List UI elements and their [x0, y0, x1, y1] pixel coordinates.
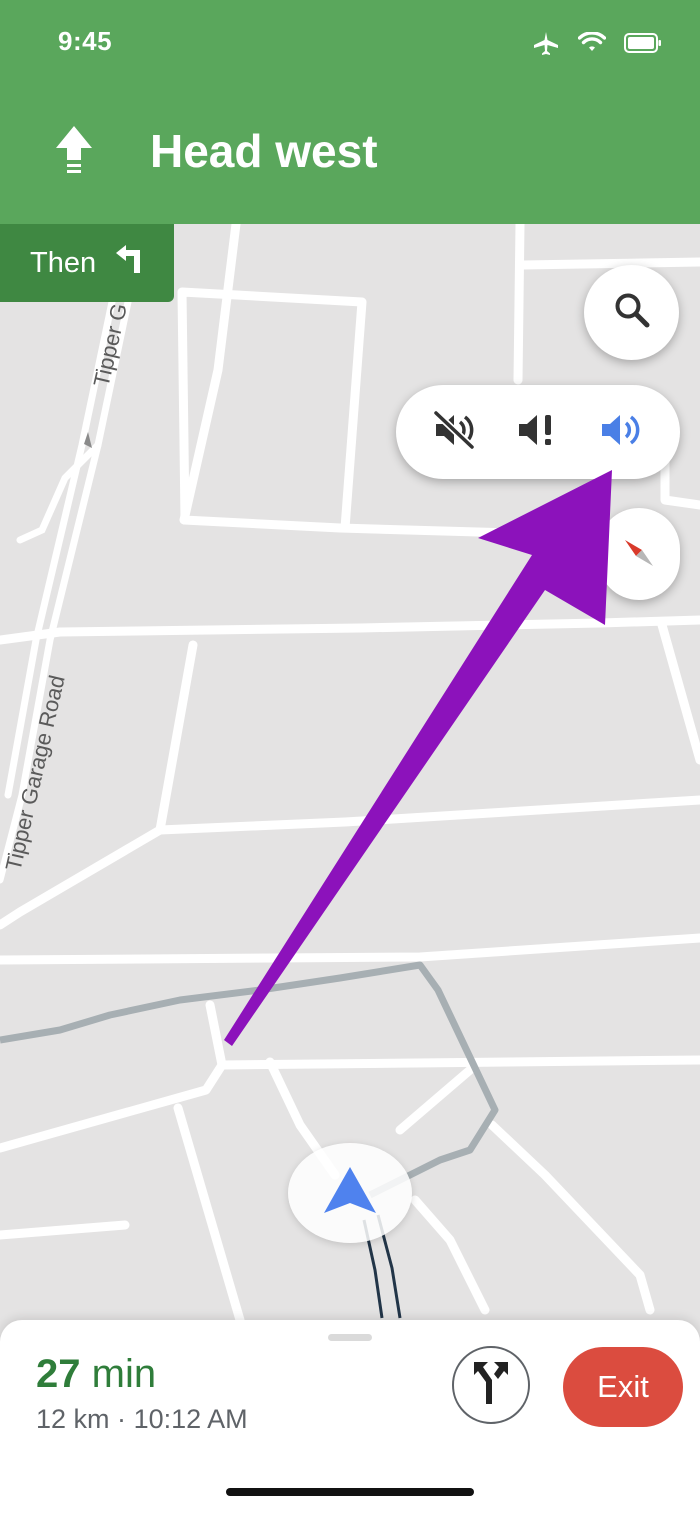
trip-details: 12 km · 10:12 AM — [36, 1404, 248, 1435]
eta-value: 27 — [36, 1352, 81, 1396]
eta: 27 min — [36, 1352, 156, 1397]
arrival-time: 10:12 AM — [133, 1404, 248, 1434]
home-indicator[interactable] — [226, 1488, 474, 1496]
route-fork-icon — [468, 1358, 514, 1413]
trip-summary-sheet[interactable]: 27 min 12 km · 10:12 AM Exit — [0, 1320, 700, 1513]
trip-separator: · — [117, 1404, 127, 1434]
navigation-screen: Tipper Garage Road Tipper G 9:45 Head we… — [0, 0, 700, 1513]
trip-distance: 12 km — [36, 1404, 110, 1434]
eta-unit: min — [91, 1352, 157, 1396]
sheet-handle[interactable] — [328, 1334, 372, 1341]
annotation-arrow — [224, 470, 612, 1046]
exit-button[interactable]: Exit — [563, 1347, 683, 1427]
alternate-routes-button[interactable] — [452, 1346, 530, 1424]
